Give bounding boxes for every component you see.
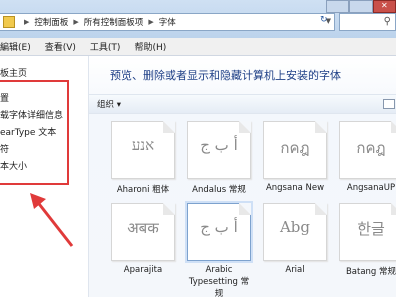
folder-icon [3, 16, 15, 28]
font-sample: أ ب ج [200, 218, 238, 236]
breadcrumb-all-items[interactable]: 所有控制面板项 [84, 16, 144, 28]
window-caption-buttons: ✕ [326, 0, 396, 13]
font-name: Aparajita [123, 265, 163, 275]
font-tile[interactable]: अबक Aparajita [111, 203, 175, 275]
organize-button[interactable]: 组织 ▾ [97, 98, 121, 110]
close-button[interactable]: ✕ [372, 0, 396, 13]
font-sample: กคฎ [280, 139, 310, 157]
chevron-right-icon: ▶ [148, 18, 154, 26]
search-icon: ⚲ [383, 16, 391, 27]
font-preview: กคฎ [263, 121, 327, 179]
font-sample: أ ب ج [200, 136, 238, 154]
annotation-arrow [30, 193, 74, 247]
font-sample: 한글 [357, 220, 385, 238]
page-title: 预览、删除或者显示和隐藏计算机上安装的字体 [110, 69, 341, 82]
window-titlebar: ✕ ▶ 控制面板 ▶ 所有控制面板项 ▶ 字体 ▼ ↻ ⚲ [0, 0, 396, 38]
chevron-right-icon: ▶ [24, 18, 30, 26]
font-name: Angsana New [265, 183, 325, 193]
font-sample: אנע [131, 136, 155, 154]
font-preview: กคฎ [339, 121, 396, 179]
font-preview: אנע [111, 121, 175, 179]
annotation-highlight-box [0, 80, 69, 185]
minimize-button[interactable] [326, 0, 350, 13]
menu-edit[interactable]: 編辑(E) [0, 40, 31, 53]
menu-tools[interactable]: 工具(T) [90, 40, 121, 53]
maximize-button[interactable] [349, 0, 373, 13]
font-name: Arial [285, 265, 305, 275]
breadcrumb-control-panel[interactable]: 控制面板 [34, 16, 68, 28]
breadcrumb-fonts[interactable]: 字体 [159, 16, 176, 28]
font-tile[interactable]: กคฎ AngsanaUP [339, 121, 396, 193]
chevron-right-icon: ▶ [73, 18, 79, 26]
font-tile[interactable]: Abg Arial [263, 203, 327, 275]
command-bar: 组织 ▾ [89, 94, 396, 114]
font-name: Batang 常规 [345, 267, 396, 277]
font-preview: अबक [111, 203, 175, 261]
content-pane: 预览、删除或者显示和隐藏计算机上安装的字体 组织 ▾ אנע Aharoni 粗… [88, 56, 396, 299]
font-tile[interactable]: กคฎ Angsana New [263, 121, 327, 193]
font-preview: 한글 [339, 203, 396, 261]
search-input[interactable]: ⚲ [339, 13, 396, 31]
view-options-icon[interactable] [383, 99, 395, 109]
font-name: Aharoni 粗体 [116, 185, 170, 195]
font-tile[interactable]: אנע Aharoni 粗体 [111, 121, 175, 195]
font-preview: أ ب ج [187, 121, 251, 179]
font-name: Arabic Typesetting 常规 [188, 265, 250, 299]
font-sample: अबक [127, 219, 159, 237]
font-preview: أ ب ج [187, 203, 251, 261]
font-tile[interactable]: أ ب ج Andalus 常规 [187, 121, 251, 195]
font-sample: กคฎ [356, 139, 386, 157]
font-sample: Abg [279, 218, 311, 236]
menu-view[interactable]: 查看(V) [45, 40, 76, 53]
menu-bar: 編辑(E) 查看(V) 工具(T) 帮助(H) [0, 38, 396, 56]
font-tile[interactable]: 한글 Batang 常规 [339, 203, 396, 277]
font-name: Andalus 常规 [192, 185, 246, 195]
font-name: AngsanaUP [346, 183, 396, 193]
sidebar-item-home[interactable]: 板主页 [0, 66, 27, 79]
font-tile[interactable]: أ ب ج Arabic Typesetting 常规 [187, 203, 251, 299]
font-preview: Abg [263, 203, 327, 261]
menu-help[interactable]: 帮助(H) [134, 40, 166, 53]
refresh-icon[interactable]: ↻ [320, 15, 332, 27]
address-bar[interactable]: ▶ 控制面板 ▶ 所有控制面板项 ▶ 字体 ▼ [0, 13, 335, 31]
